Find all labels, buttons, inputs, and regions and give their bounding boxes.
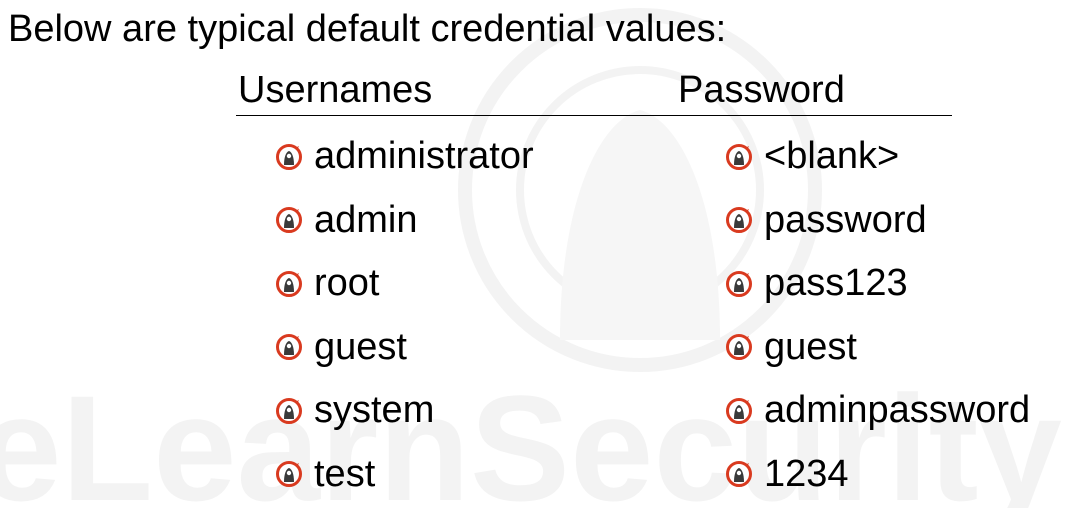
list-item: password	[726, 189, 1030, 253]
hacker-logo-bullet-icon	[726, 334, 752, 361]
list-item: test	[276, 443, 534, 507]
list-item: guest	[726, 316, 1030, 380]
hacker-logo-bullet-icon	[276, 270, 302, 297]
list-item: pass123	[726, 252, 1030, 316]
list-item: system	[276, 379, 534, 443]
password-value: <blank>	[764, 135, 900, 178]
hacker-logo-bullet-icon	[276, 207, 302, 234]
username-value: administrator	[314, 135, 534, 178]
username-value: system	[314, 389, 435, 432]
hacker-logo-bullet-icon	[726, 270, 752, 297]
passwords-list: <blank> password pass123 guest adminpass…	[726, 125, 1030, 506]
usernames-list: administrator admin root guest system te…	[276, 125, 534, 506]
hacker-logo-bullet-icon	[276, 461, 302, 488]
hacker-logo-bullet-icon	[276, 143, 302, 170]
list-item: adminpassword	[726, 379, 1030, 443]
username-value: root	[314, 262, 380, 305]
list-item: <blank>	[726, 125, 1030, 189]
password-value: guest	[764, 325, 857, 368]
password-value: 1234	[764, 452, 849, 495]
hacker-logo-bullet-icon	[276, 397, 302, 424]
password-column-header: Password	[678, 69, 845, 111]
list-item: administrator	[276, 125, 534, 189]
hacker-logo-bullet-icon	[726, 207, 752, 234]
list-item: root	[276, 252, 534, 316]
username-value: admin	[314, 198, 418, 241]
watermark-hood-icon	[560, 110, 720, 340]
hacker-logo-bullet-icon	[726, 143, 752, 170]
hacker-logo-bullet-icon	[726, 397, 752, 424]
usernames-column-header: Usernames	[238, 69, 433, 111]
slide-title: Below are typical default credential val…	[8, 8, 727, 50]
username-value: test	[314, 452, 376, 495]
username-value: guest	[314, 325, 407, 368]
hacker-logo-bullet-icon	[726, 461, 752, 488]
header-divider	[236, 115, 952, 116]
password-value: password	[764, 198, 927, 241]
list-item: 1234	[726, 443, 1030, 507]
hacker-logo-bullet-icon	[276, 334, 302, 361]
list-item: guest	[276, 316, 534, 380]
password-value: adminpassword	[764, 389, 1031, 432]
password-value: pass123	[764, 262, 908, 305]
list-item: admin	[276, 189, 534, 253]
